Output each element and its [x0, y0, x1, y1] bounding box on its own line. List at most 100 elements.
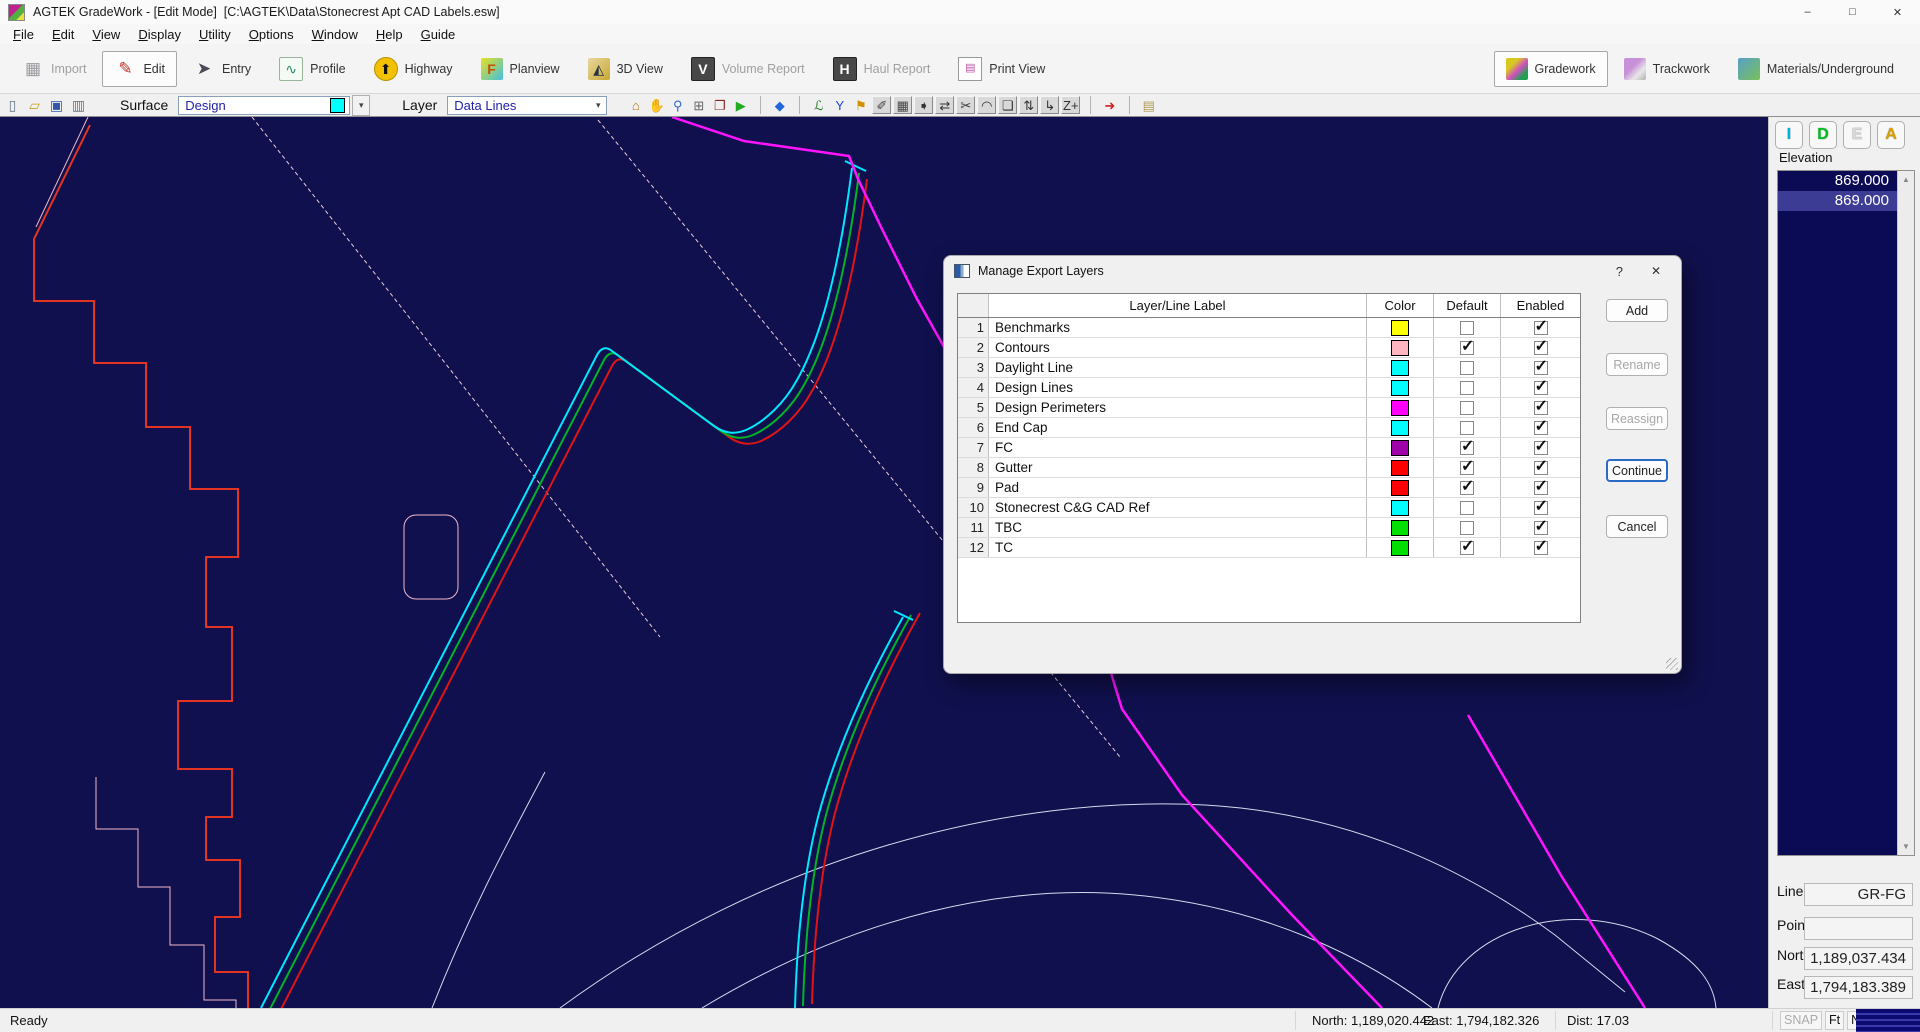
default-checkbox[interactable] [1460, 401, 1474, 415]
menu-item[interactable]: Window [303, 27, 367, 42]
enabled-cell[interactable] [1501, 378, 1580, 397]
enabled-checkbox[interactable] [1534, 381, 1548, 395]
close-button[interactable]: ✕ [1875, 0, 1920, 24]
mode-button[interactable]: I [1775, 121, 1803, 149]
table-row[interactable]: 9 Pad [958, 478, 1580, 498]
enabled-checkbox[interactable] [1534, 441, 1548, 455]
enabled-cell[interactable] [1501, 418, 1580, 437]
enabled-cell[interactable] [1501, 438, 1580, 457]
mode-button[interactable]: E [1843, 121, 1871, 149]
layer-color-cell[interactable] [1367, 378, 1434, 397]
pan-hand-icon[interactable]: ✋ [647, 96, 666, 114]
menu-item[interactable]: Utility [190, 27, 240, 42]
layer-dropdown-arrow[interactable]: ▾ [590, 96, 606, 115]
table-row[interactable]: 11 TBC [958, 518, 1580, 538]
menu-item[interactable]: Guide [412, 27, 465, 42]
default-checkbox[interactable] [1460, 481, 1474, 495]
cut-icon[interactable]: ✂ [956, 96, 975, 114]
dialog-button[interactable]: Rename [1606, 353, 1668, 376]
default-cell[interactable] [1434, 358, 1501, 377]
home-icon[interactable]: ⌂ [626, 96, 645, 114]
swap-icon[interactable]: ⇄ [935, 96, 954, 114]
dialog-button[interactable]: Cancel [1606, 515, 1668, 538]
default-checkbox[interactable] [1460, 421, 1474, 435]
table-row[interactable]: 7 FC [958, 438, 1580, 458]
branch-icon[interactable]: Y [830, 96, 849, 114]
default-checkbox[interactable] [1460, 501, 1474, 515]
enabled-cell[interactable] [1501, 338, 1580, 357]
dialog-button[interactable]: Reassign [1606, 407, 1668, 430]
layer-color-cell[interactable] [1367, 458, 1434, 477]
default-cell[interactable] [1434, 438, 1501, 457]
module-button[interactable]: Materials/Underground [1726, 51, 1906, 87]
menu-item[interactable]: Options [240, 27, 303, 42]
scroll-down-arrow[interactable]: ▼ [1898, 838, 1914, 855]
layer-color-cell[interactable] [1367, 438, 1434, 457]
layer-color-cell[interactable] [1367, 518, 1434, 537]
toolbar-button[interactable]: ▦ Import [10, 51, 98, 87]
default-cell[interactable] [1434, 418, 1501, 437]
menu-item[interactable]: Help [367, 27, 412, 42]
layer-color-cell[interactable] [1367, 538, 1434, 557]
line-label-icon[interactable]: ℒ [799, 96, 828, 114]
layer-color-cell[interactable] [1367, 498, 1434, 517]
measure-icon[interactable]: ✐ [872, 96, 891, 114]
elevation-scrollbar[interactable]: ▲ ▼ [1897, 171, 1914, 855]
module-button[interactable]: Gradework [1494, 51, 1608, 87]
elevation-value[interactable]: 869.000 [1778, 171, 1897, 191]
enabled-checkbox[interactable] [1534, 481, 1548, 495]
default-cell[interactable] [1434, 478, 1501, 497]
default-cell[interactable] [1434, 498, 1501, 517]
maximize-button[interactable]: □ [1830, 0, 1875, 24]
elevation-listbox[interactable]: 869.000 869.000 ▲ ▼ [1777, 170, 1915, 856]
default-checkbox[interactable] [1460, 361, 1474, 375]
enabled-cell[interactable] [1501, 398, 1580, 417]
enabled-checkbox[interactable] [1534, 341, 1548, 355]
toolbar-button[interactable]: ⬆ Highway [362, 50, 465, 88]
enabled-checkbox[interactable] [1534, 401, 1548, 415]
default-cell[interactable] [1434, 538, 1501, 557]
lamp-flag-icon[interactable]: ⚑ [851, 96, 870, 114]
enabled-cell[interactable] [1501, 498, 1580, 517]
default-cell[interactable] [1434, 458, 1501, 477]
enabled-checkbox[interactable] [1534, 361, 1548, 375]
default-checkbox[interactable] [1460, 521, 1474, 535]
dialog-button[interactable]: Add [1606, 299, 1668, 322]
zoom-magnifier-icon[interactable]: ⚲ [668, 96, 687, 114]
default-checkbox[interactable] [1460, 341, 1474, 355]
status-toggle[interactable]: Ft [1825, 1011, 1844, 1030]
enabled-cell[interactable] [1501, 458, 1580, 477]
enabled-checkbox[interactable] [1534, 461, 1548, 475]
z-plus-icon[interactable]: Z+ [1061, 96, 1080, 114]
toolbar-button[interactable]: ✎ Edit [102, 51, 177, 87]
default-cell[interactable] [1434, 518, 1501, 537]
table-row[interactable]: 12 TC [958, 538, 1580, 558]
toolbar-button[interactable]: ∿ Profile [267, 50, 357, 88]
resize-grip[interactable] [1856, 1009, 1920, 1032]
cad-canvas[interactable]: Manage Export Layers ? ✕ Layer/Line Labe… [0, 117, 1768, 1008]
default-checkbox[interactable] [1460, 441, 1474, 455]
layer-color-cell[interactable] [1367, 418, 1434, 437]
default-cell[interactable] [1434, 398, 1501, 417]
toolbar-button[interactable]: ◭ 3D View [576, 51, 675, 87]
push-icon[interactable]: ➧ [914, 96, 933, 114]
default-checkbox[interactable] [1460, 381, 1474, 395]
balance-icon[interactable]: ⇅ [1019, 96, 1038, 114]
default-cell[interactable] [1434, 338, 1501, 357]
save-icon[interactable]: ▣ [47, 96, 66, 114]
status-toggle[interactable]: SNAP [1780, 1011, 1822, 1030]
table-row[interactable]: 1 Benchmarks [958, 318, 1580, 338]
table-row[interactable]: 3 Daylight Line [958, 358, 1580, 378]
water-drop-icon[interactable]: ◆ [760, 96, 789, 114]
surface-dropdown-arrow[interactable]: ▾ [352, 95, 370, 116]
toolbar-button[interactable]: ➤ Entry [181, 51, 263, 87]
default-cell[interactable] [1434, 378, 1501, 397]
layer-select[interactable]: Data Lines ▾ [447, 96, 607, 115]
dialog-help-button[interactable]: ? [1616, 264, 1623, 279]
mode-button[interactable]: A [1877, 121, 1905, 149]
enabled-cell[interactable] [1501, 318, 1580, 337]
toolbar-button[interactable]: ▤ Print View [946, 50, 1057, 88]
table-row[interactable]: 8 Gutter [958, 458, 1580, 478]
enabled-cell[interactable] [1501, 518, 1580, 537]
table-row[interactable]: 2 Contours [958, 338, 1580, 358]
